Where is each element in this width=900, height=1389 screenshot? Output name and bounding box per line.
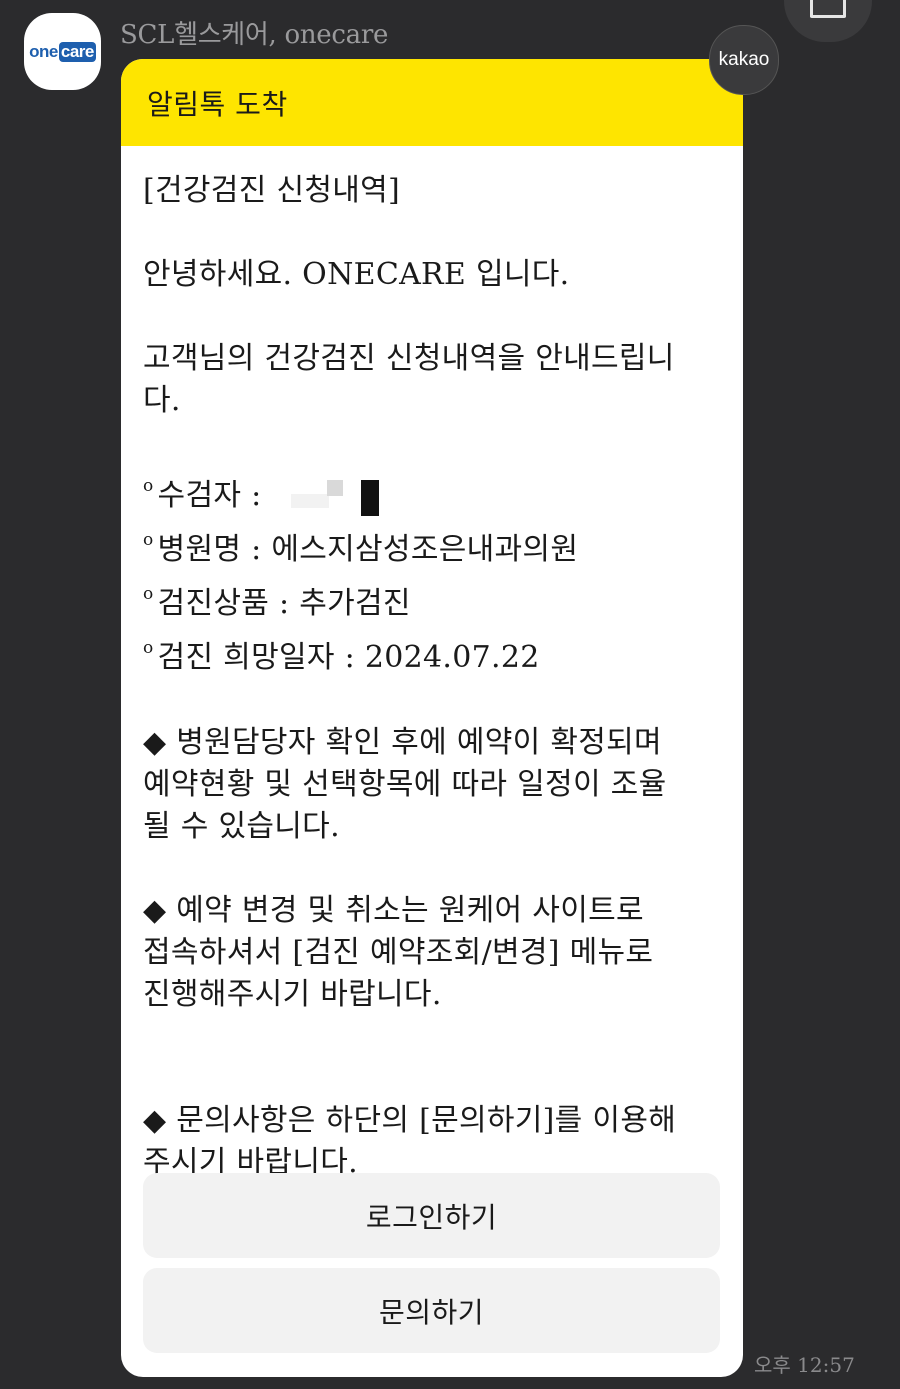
notice-2-line-1: ◆ 예약 변경 및 취소는 원케어 사이트로 (143, 893, 644, 928)
inquiry-button[interactable]: 문의하기 (143, 1268, 720, 1353)
notice-3-line-1: ◆ 문의사항은 하단의 [문의하기]를 이용해 (143, 1103, 677, 1138)
detail-date: o 검진 희망일자 : 2024.07.22 (143, 638, 540, 675)
share-button[interactable] (784, 0, 872, 42)
alimtalk-header: 알림톡 도착 (121, 59, 743, 146)
greeting: 안녕하세요. ONECARE 입니다. (143, 257, 570, 292)
intro-line-2: 다. (143, 383, 181, 418)
share-icon (810, 0, 846, 18)
message-body: [건강검진 신청내역] 안녕하세요. ONECARE 입니다. 고객님의 건강검… (121, 146, 743, 1184)
notice-1-line-1: ◆ 병원담당자 확인 후에 예약이 확정되며 (143, 725, 662, 760)
message-title: [건강검진 신청내역] (143, 173, 401, 208)
avatar[interactable]: one care (24, 13, 101, 90)
login-button[interactable]: 로그인하기 (143, 1173, 720, 1258)
intro-line-1: 고객님의 건강검진 신청내역을 안내드립니 (143, 341, 675, 376)
message-timestamp: 오후 12:57 (754, 1353, 855, 1377)
notice-1-line-3: 될 수 있습니다. (143, 809, 340, 844)
detail-examinee: o 수검자 : (143, 464, 721, 518)
message-bubble: 알림톡 도착 [건강검진 신청내역] 안녕하세요. ONECARE 입니다. 고… (121, 59, 743, 1377)
kakao-badge: kakao (709, 25, 779, 95)
sender-name: SCL헬스케어, onecare (120, 20, 389, 50)
detail-hospital: o 병원명 : 에스지삼성조은내과의원 (143, 530, 579, 567)
notice-1-line-2: 예약현황 및 선택항목에 따라 일정이 조율 (143, 767, 667, 802)
notice-2-line-3: 진행해주시기 바랍니다. (143, 977, 442, 1012)
redacted-name (291, 480, 381, 516)
onecare-logo: one care (29, 41, 96, 62)
detail-product: o 검진상품 : 추가검진 (143, 584, 411, 621)
notice-2-line-2: 접속하셔서 [검진 예약조회/변경] 메뉴로 (143, 935, 654, 970)
